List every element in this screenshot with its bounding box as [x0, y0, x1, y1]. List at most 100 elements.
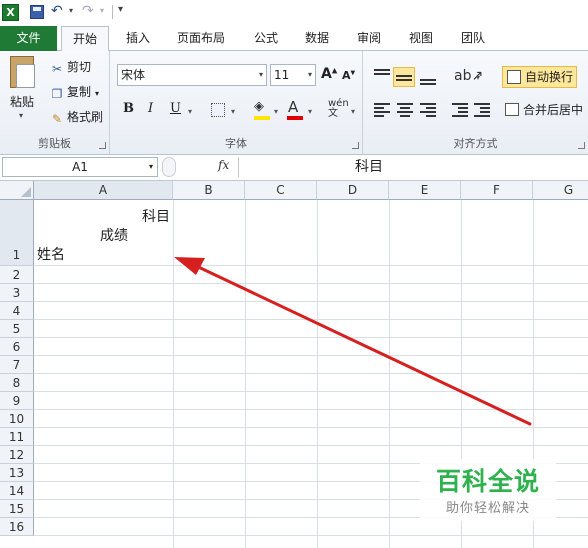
column-header-a[interactable]: A: [34, 181, 173, 200]
row-header-13[interactable]: 13: [0, 464, 34, 482]
underline-button[interactable]: U: [170, 101, 181, 116]
ribbon: 粘贴 ▾ ✂ 剪切 ❐ 复制 ▾ ✎ 格式刷 剪贴板 字体 宋体 ▾ 11 ▾ A▲ A…: [0, 51, 588, 155]
alignment-launcher-icon[interactable]: [578, 142, 585, 149]
cut-label: 剪切: [67, 60, 92, 74]
align-center-icon[interactable]: [397, 103, 413, 117]
chevron-down-icon[interactable]: ▾: [149, 158, 153, 176]
insert-function-button[interactable]: fx: [218, 158, 229, 172]
row-header-4[interactable]: 4: [0, 302, 34, 320]
tab-view[interactable]: 视图: [404, 26, 438, 51]
save-icon[interactable]: [30, 5, 44, 19]
gridline: [317, 200, 318, 548]
gridline: [34, 373, 588, 374]
align-right-icon[interactable]: [420, 103, 436, 117]
align-bottom-icon[interactable]: [420, 71, 436, 85]
chevron-down-icon[interactable]: ▾: [308, 65, 312, 85]
bold-button[interactable]: B: [123, 101, 134, 116]
row-header-12[interactable]: 12: [0, 446, 34, 464]
column-header-g[interactable]: G: [533, 181, 588, 200]
italic-button[interactable]: I: [148, 101, 153, 116]
chevron-down-icon[interactable]: ▾: [259, 65, 263, 85]
borders-dropdown-icon[interactable]: ▾: [231, 107, 235, 116]
font-name-combobox[interactable]: 宋体 ▾: [117, 64, 267, 86]
tab-page-layout[interactable]: 页面布局: [172, 26, 230, 51]
align-top-icon[interactable]: [374, 69, 390, 83]
excel-logo-icon[interactable]: X: [2, 4, 19, 21]
row-header-16[interactable]: 16: [0, 518, 34, 536]
column-header-d[interactable]: D: [317, 181, 389, 200]
paste-button[interactable]: 粘贴: [10, 93, 34, 110]
underline-dropdown-icon[interactable]: ▾: [188, 107, 192, 116]
watermark: 百科全说 助你轻松解决: [420, 459, 556, 521]
row-header-10[interactable]: 10: [0, 410, 34, 428]
clipboard-launcher-icon[interactable]: [99, 142, 106, 149]
shrink-font-icon[interactable]: A▼: [342, 69, 355, 82]
column-header-e[interactable]: E: [389, 181, 461, 200]
customize-qat-icon[interactable]: ▾: [118, 4, 123, 15]
font-group-label: 字体: [225, 137, 247, 150]
row-header-15[interactable]: 15: [0, 500, 34, 518]
merge-center-label: 合并后居中: [523, 103, 584, 117]
decrease-indent-icon[interactable]: [452, 103, 468, 117]
gridline: [173, 200, 174, 548]
undo-icon[interactable]: ↶: [51, 3, 63, 19]
tab-home[interactable]: 开始: [61, 26, 109, 52]
watermark-title: 百科全说: [435, 467, 540, 496]
watermark-subtitle: 助你轻松解决: [445, 501, 530, 516]
row-header-6[interactable]: 6: [0, 338, 34, 356]
cut-button[interactable]: ✂ 剪切: [50, 58, 91, 76]
tab-file[interactable]: 文件: [0, 26, 57, 51]
column-header-b[interactable]: B: [173, 181, 245, 200]
row-header-5[interactable]: 5: [0, 320, 34, 338]
wrap-text-icon: [507, 70, 521, 84]
orientation-dropdown-icon[interactable]: ▾: [476, 73, 480, 82]
font-color-dropdown-icon[interactable]: ▾: [308, 107, 312, 116]
phonetic-guide-icon[interactable]: wén 文: [328, 99, 349, 119]
row-header-1[interactable]: 1: [0, 200, 34, 266]
undo-dropdown-icon[interactable]: ▾: [69, 6, 73, 15]
increase-indent-icon[interactable]: [474, 103, 490, 117]
quick-access-toolbar: X ↶ ▾ ↷ ▾ ▾: [0, 0, 588, 26]
fill-color-dropdown-icon[interactable]: ▾: [274, 107, 278, 116]
name-box[interactable]: A1 ▾: [2, 157, 158, 177]
redo-dropdown-icon[interactable]: ▾: [100, 6, 104, 15]
font-name-value: 宋体: [121, 68, 146, 82]
tab-team[interactable]: 团队: [456, 26, 490, 51]
column-header-f[interactable]: F: [461, 181, 533, 200]
formula-bar-resize-handle[interactable]: [162, 157, 176, 177]
font-launcher-icon[interactable]: [352, 142, 359, 149]
wrap-text-button[interactable]: 自动换行: [502, 66, 577, 88]
font-size-combobox[interactable]: 11 ▾: [270, 64, 316, 86]
row-header-9[interactable]: 9: [0, 392, 34, 410]
font-color-icon[interactable]: A: [288, 98, 298, 116]
font-size-value: 11: [274, 68, 290, 82]
paste-icon[interactable]: [10, 56, 35, 88]
redo-icon[interactable]: ↷: [82, 3, 94, 19]
row-header-14[interactable]: 14: [0, 482, 34, 500]
tab-insert[interactable]: 插入: [121, 26, 155, 51]
row-header-2[interactable]: 2: [0, 266, 34, 284]
tab-data[interactable]: 数据: [300, 26, 334, 51]
copy-dropdown-icon[interactable]: ▾: [95, 89, 99, 98]
format-painter-button[interactable]: ✎ 格式刷: [50, 108, 103, 126]
gridline: [34, 355, 588, 356]
row-header-8[interactable]: 8: [0, 374, 34, 392]
row-header-3[interactable]: 3: [0, 284, 34, 302]
tab-review[interactable]: 审阅: [352, 26, 386, 51]
borders-icon[interactable]: [211, 103, 225, 117]
phonetic-dropdown-icon[interactable]: ▾: [351, 107, 355, 116]
align-left-icon[interactable]: [374, 103, 390, 117]
tab-formulas[interactable]: 公式: [249, 26, 283, 51]
cell-a1[interactable]: 科目 成绩 姓名: [34, 200, 173, 266]
fill-color-icon[interactable]: ◈: [254, 99, 264, 114]
row-header-7[interactable]: 7: [0, 356, 34, 374]
row-header-11[interactable]: 11: [0, 428, 34, 446]
paste-dropdown-icon[interactable]: ▾: [19, 111, 23, 120]
grow-font-icon[interactable]: A▲: [321, 66, 337, 82]
formula-input[interactable]: 科目: [238, 157, 586, 177]
copy-button[interactable]: ❐ 复制 ▾: [50, 83, 99, 101]
merge-center-button[interactable]: 合并后居中: [505, 101, 583, 118]
column-header-c[interactable]: C: [245, 181, 317, 200]
align-middle-button[interactable]: [393, 67, 415, 87]
select-all-button[interactable]: [0, 181, 34, 200]
